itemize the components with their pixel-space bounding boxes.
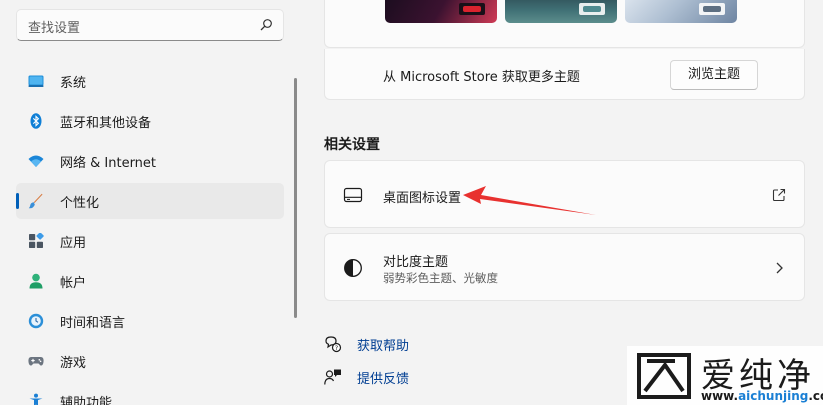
selection-indicator (16, 193, 19, 209)
content-pane: 从 Microsoft Store 获取更多主题 浏览主题 相关设置 桌面图标设… (300, 0, 823, 405)
nav-item-apps[interactable]: 应用 (16, 223, 284, 259)
watermark-logo (637, 353, 691, 399)
nav-label: 蓝牙和其他设备 (60, 116, 152, 131)
feedback-row[interactable]: 提供反馈 (324, 365, 524, 389)
microsoft-store-themes-row: 从 Microsoft Store 获取更多主题 浏览主题 (324, 49, 805, 100)
watermark-url-brand: aichunjing (738, 389, 809, 403)
contrast-themes-card[interactable]: 对比度主题 弱势彩色主题、光敏度 (324, 233, 805, 301)
navigation-pane: 查找设置 系统 蓝牙和其他设备 网络 & Internet 个性化 应用 帐户 … (0, 0, 300, 405)
nav-item-time-language[interactable]: 时间和语言 (16, 303, 284, 339)
theme-gallery (324, 0, 805, 48)
card-subtitle: 弱势彩色主题、光敏度 (383, 271, 498, 285)
clock-globe-icon (28, 313, 44, 329)
desktop-icon-settings-card[interactable]: 桌面图标设置 (324, 160, 805, 228)
svg-text:?: ? (335, 344, 338, 352)
gamepad-icon (28, 357, 44, 366)
nav-item-gaming[interactable]: 游戏 (16, 343, 284, 379)
watermark-url-suffix: .com (808, 389, 823, 403)
get-help-link[interactable]: 获取帮助 (357, 335, 409, 354)
apps-icon (29, 233, 44, 248)
wifi-icon (28, 155, 44, 167)
theme-thumbnail-captured-motion[interactable] (505, 0, 617, 23)
feedback-link[interactable]: 提供反馈 (357, 368, 409, 387)
open-external-icon (772, 188, 786, 202)
watermark: 爱纯净 www.aichunjing.com (627, 346, 823, 405)
bluetooth-icon (30, 113, 42, 129)
store-themes-text: 从 Microsoft Store 获取更多主题 (383, 70, 580, 85)
theme-preview-accent (703, 6, 721, 12)
brush-icon (28, 193, 43, 209)
nav-item-accounts[interactable]: 帐户 (16, 263, 284, 299)
search-icon[interactable] (258, 17, 274, 33)
card-title: 对比度主题 (383, 255, 449, 270)
theme-preview-accent (463, 6, 481, 12)
accessibility-icon (29, 393, 43, 405)
related-settings-title: 相关设置 (324, 137, 380, 153)
account-icon (29, 273, 43, 289)
browse-themes-button[interactable]: 浏览主题 (670, 60, 758, 90)
nav-label: 游戏 (60, 356, 87, 371)
nav-label: 时间和语言 (60, 316, 126, 331)
nav-item-network[interactable]: 网络 & Internet (16, 143, 284, 179)
theme-preview-accent (583, 6, 601, 12)
nav-item-personalization[interactable]: 个性化 (16, 183, 284, 219)
get-help-row[interactable]: ? 获取帮助 (324, 332, 524, 356)
nav-scrollbar[interactable] (294, 78, 297, 318)
desktop-icon (343, 187, 363, 203)
search-placeholder[interactable]: 查找设置 (28, 17, 80, 36)
nav-item-system[interactable]: 系统 (16, 63, 284, 99)
chevron-right-icon (776, 262, 783, 274)
feedback-icon (324, 369, 341, 385)
nav-label: 应用 (60, 236, 87, 251)
nav-label: 帐户 (60, 276, 87, 291)
card-title: 桌面图标设置 (383, 191, 462, 206)
nav-item-bluetooth[interactable]: 蓝牙和其他设备 (16, 103, 284, 139)
watermark-url-prefix: www. (701, 389, 739, 403)
contrast-icon (344, 259, 362, 277)
nav-item-accessibility[interactable]: 辅助功能 (16, 383, 284, 405)
system-icon (28, 75, 44, 87)
nav-label: 网络 & Internet (60, 156, 157, 171)
theme-thumbnail-glow[interactable] (385, 0, 497, 23)
theme-thumbnail-windows-light[interactable] (625, 0, 737, 23)
nav-label: 系统 (60, 76, 87, 91)
help-icon: ? (325, 336, 342, 352)
watermark-url: www.aichunjing.com (701, 389, 823, 403)
nav-label: 个性化 (60, 196, 100, 211)
nav-label: 辅助功能 (60, 396, 113, 405)
search-box[interactable]: 查找设置 (16, 9, 284, 41)
